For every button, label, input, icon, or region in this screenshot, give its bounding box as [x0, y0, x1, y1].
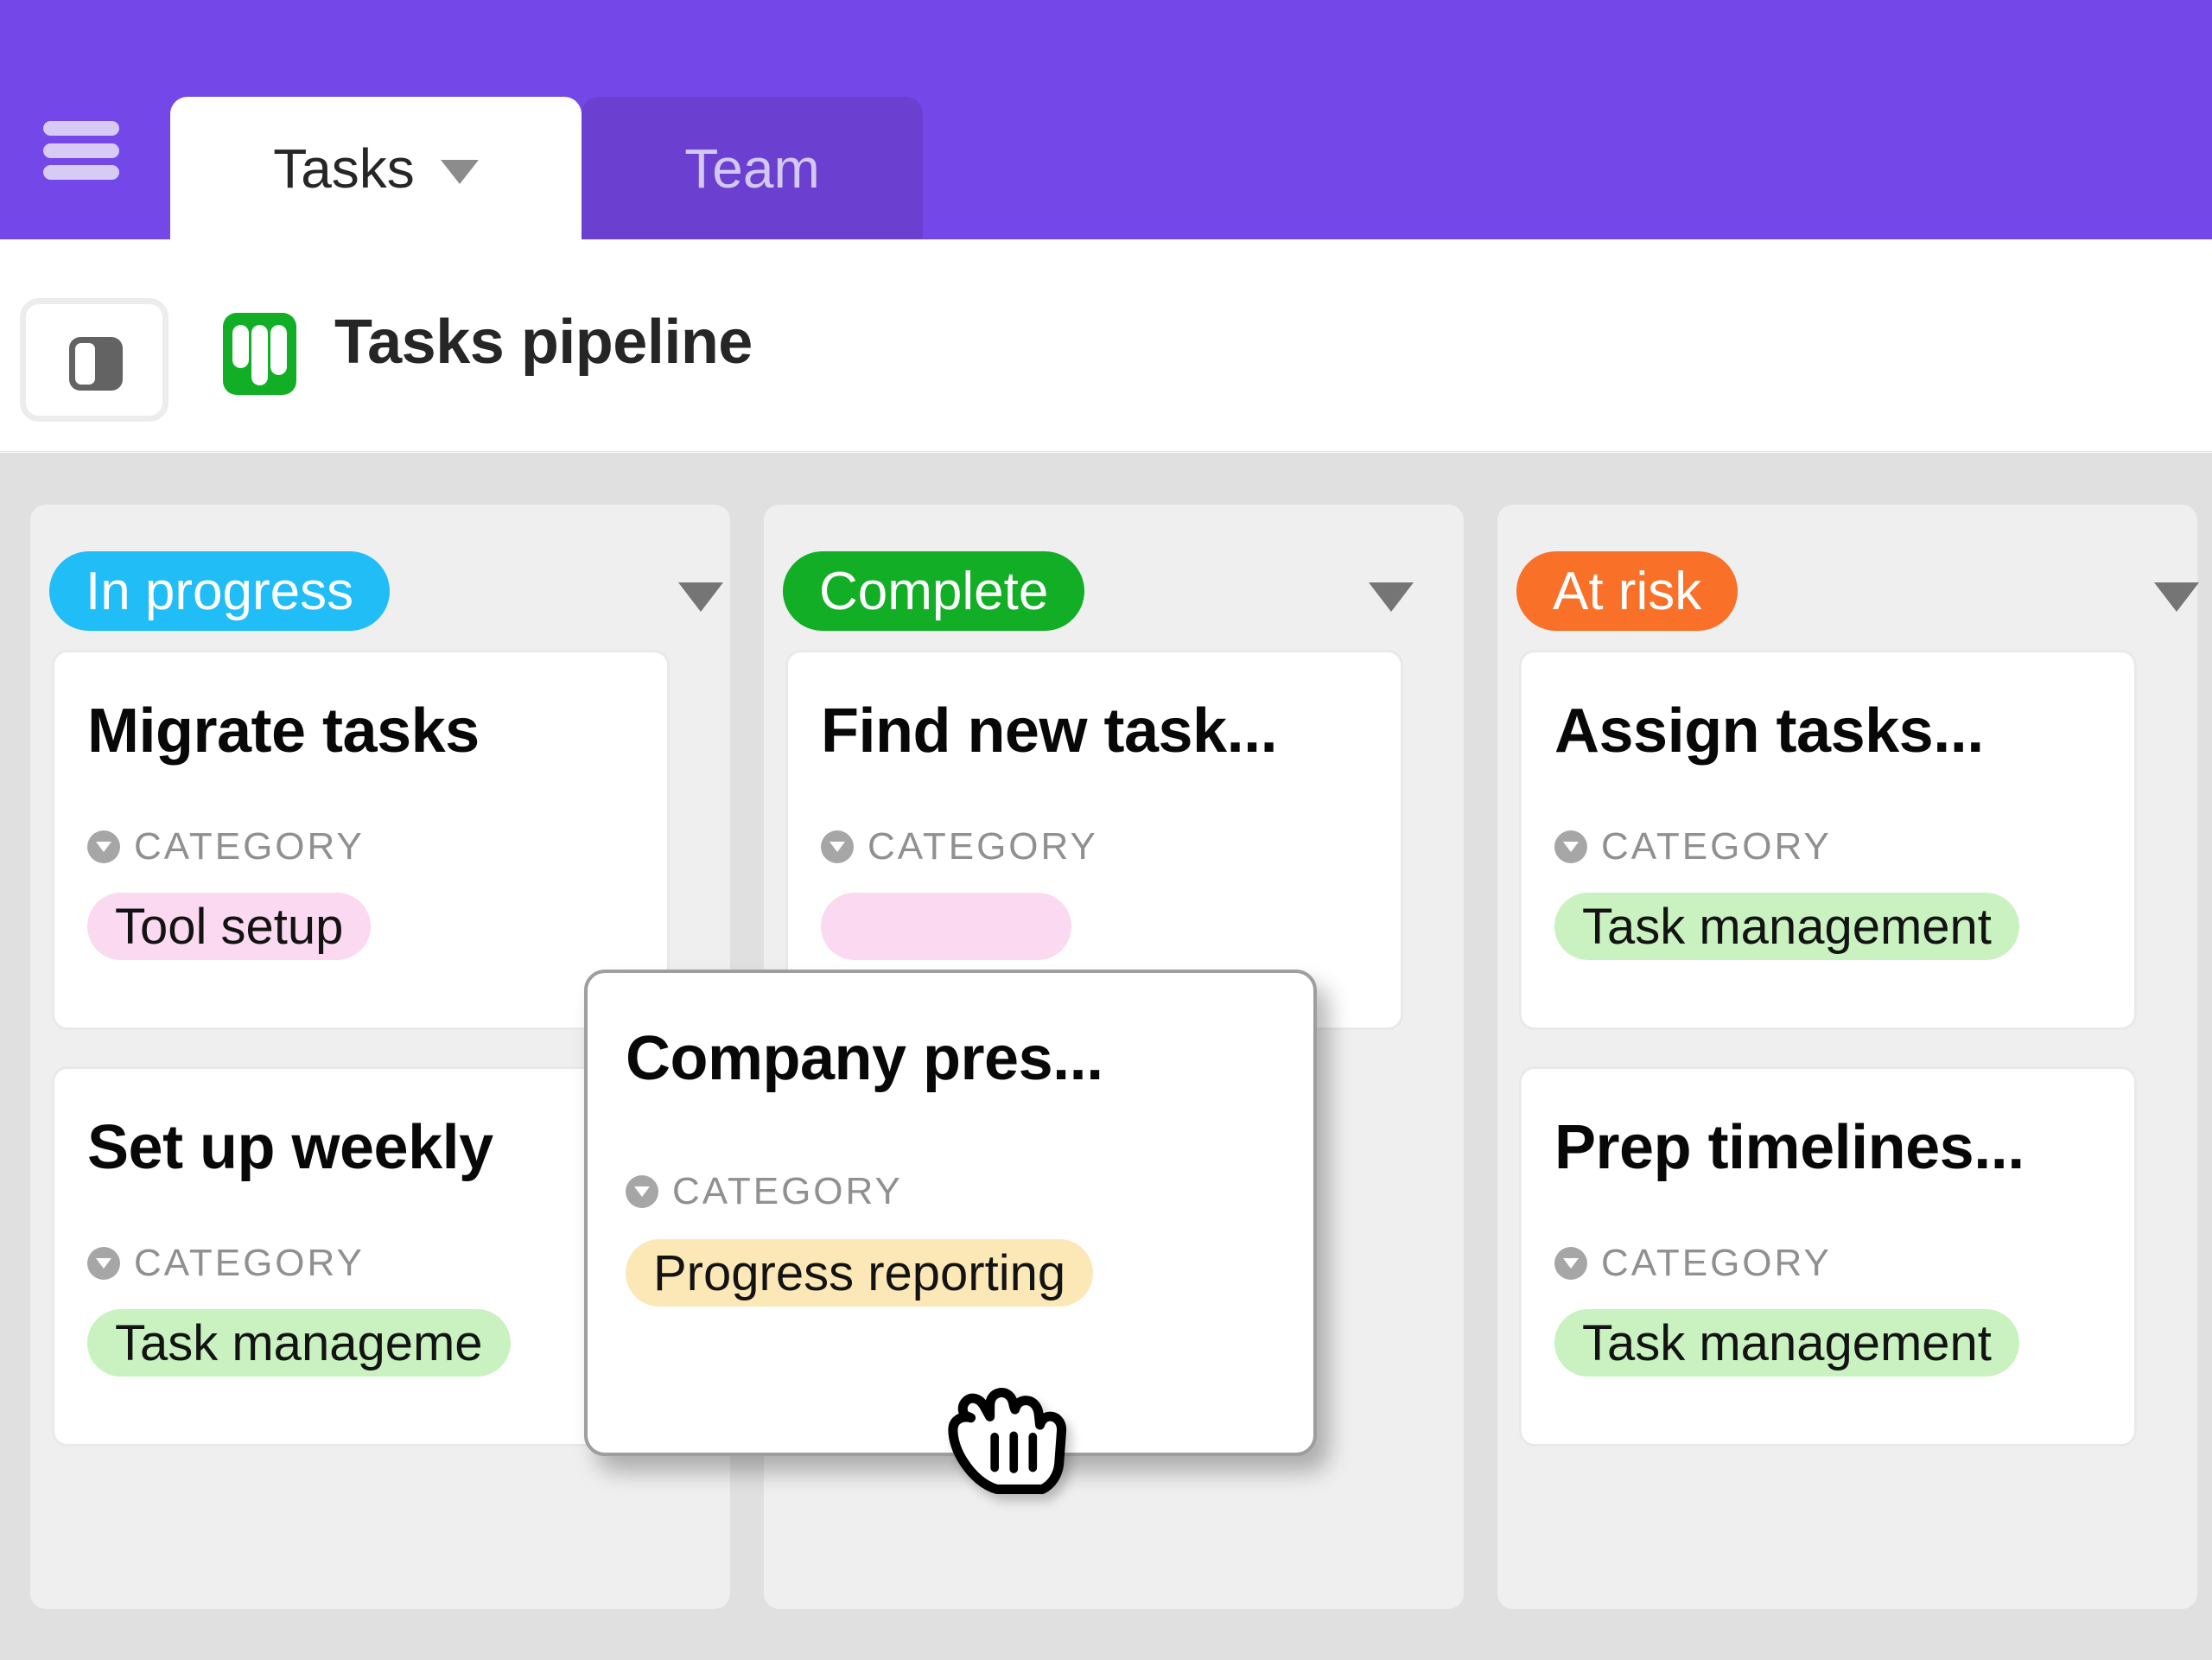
board-icon-column: [251, 325, 268, 385]
card-category-value[interactable]: Task management: [1554, 893, 2019, 960]
card-category-value[interactable]: Task manageme: [87, 1309, 511, 1377]
card-list: Assign tasks... CATEGORY Task management…: [1519, 650, 2176, 1483]
card-category-row: CATEGORY: [87, 825, 365, 868]
card-title: Set up weekly: [87, 1113, 493, 1182]
status-badge[interactable]: In progress: [49, 551, 391, 631]
card-title: Migrate tasks: [87, 696, 480, 766]
tab-team-label: Team: [684, 137, 820, 200]
tab-team[interactable]: Team: [582, 97, 923, 239]
hamburger-bar: [43, 121, 119, 136]
category-dropdown-icon: [1554, 1247, 1587, 1280]
category-dropdown-icon: [87, 1247, 120, 1280]
card-category-row: CATEGORY: [821, 825, 1098, 868]
tab-tasks-label: Tasks: [273, 137, 415, 200]
chevron-down-icon[interactable]: [440, 159, 479, 184]
card-title: Assign tasks...: [1554, 696, 1984, 766]
card-category-label: CATEGORY: [134, 825, 365, 868]
card-category-label: CATEGORY: [672, 1170, 903, 1212]
kanban-board-icon: [223, 313, 296, 395]
category-dropdown-icon: [1554, 830, 1587, 863]
card-category-row: CATEGORY: [1554, 825, 1832, 868]
hamburger-bar: [43, 143, 119, 158]
sidebar-toggle-icon: [69, 337, 123, 391]
category-dropdown-icon: [626, 1175, 658, 1208]
task-card[interactable]: Migrate tasks CATEGORY Tool setup: [52, 650, 670, 1030]
category-dropdown-icon: [87, 830, 120, 863]
card-category-row: CATEGORY: [626, 1170, 903, 1213]
sidebar-toggle-button[interactable]: [20, 298, 168, 422]
card-category-value[interactable]: Tool setup: [87, 893, 372, 960]
card-category-value[interactable]: [821, 893, 1071, 960]
page-header: [0, 239, 2212, 452]
status-badge[interactable]: At risk: [1516, 551, 1738, 631]
task-card[interactable]: Prep timelines... CATEGORY Task manageme…: [1519, 1066, 2137, 1447]
card-title: Prep timelines...: [1554, 1113, 2024, 1182]
card-category-label: CATEGORY: [1601, 825, 1832, 868]
card-category-row: CATEGORY: [1554, 1242, 1832, 1285]
card-category-row: CATEGORY: [87, 1242, 365, 1285]
chevron-down-icon[interactable]: [678, 582, 723, 612]
card-title: Find new task...: [821, 696, 1278, 766]
tab-tasks[interactable]: Tasks: [170, 97, 582, 239]
chevron-down-icon[interactable]: [1369, 582, 1414, 612]
board-icon-column: [232, 325, 249, 368]
column-header: At risk: [1497, 543, 2199, 638]
category-dropdown-icon: [821, 830, 854, 863]
kanban-app: Tasks Team Tasks pipeline In progress Mi…: [0, 0, 2212, 1660]
card-category-label: CATEGORY: [1601, 1242, 1832, 1284]
card-category-value[interactable]: Progress reporting: [626, 1239, 1094, 1307]
board-column-at-risk: At risk Assign tasks... CATEGORY Task ma…: [1497, 505, 2199, 1609]
hamburger-bar: [43, 165, 119, 180]
column-header: Complete: [764, 543, 1464, 638]
card-category-value[interactable]: Task management: [1554, 1309, 2019, 1377]
page-title: Tasks pipeline: [334, 308, 753, 377]
card-category-label: CATEGORY: [868, 825, 1098, 868]
board-icon-column: [270, 325, 287, 375]
status-badge[interactable]: Complete: [783, 551, 1085, 631]
grabbing-hand-cursor: [948, 1388, 1067, 1494]
hamburger-menu-icon[interactable]: [43, 121, 119, 180]
column-header: In progress: [30, 543, 730, 638]
task-card[interactable]: Assign tasks... CATEGORY Task management: [1519, 650, 2137, 1030]
task-card[interactable]: Set up weekly CATEGORY Task manageme: [52, 1066, 670, 1447]
top-navigation-bar: Tasks Team: [0, 0, 2212, 239]
chevron-down-icon[interactable]: [2154, 582, 2199, 612]
card-title: Company pres...: [626, 1024, 1103, 1093]
card-category-label: CATEGORY: [134, 1242, 365, 1284]
